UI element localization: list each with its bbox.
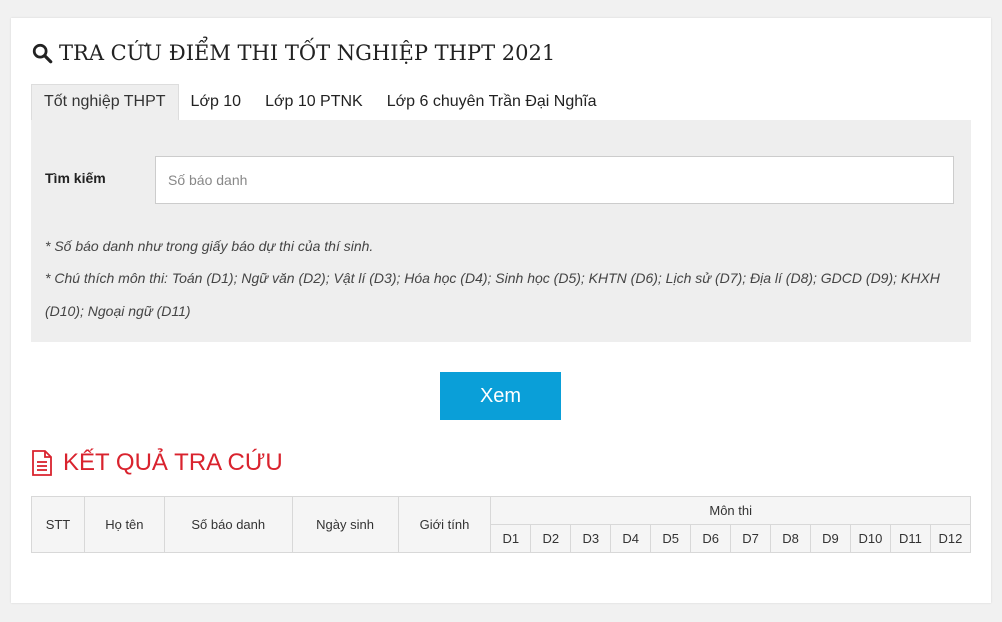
col-name: Họ tên <box>83 496 165 553</box>
results-title-text: KẾT QUẢ TRA CỨU <box>63 449 283 476</box>
col-subject-code: D9 <box>810 524 851 553</box>
tab-bar: Tốt nghiệp THPT Lớp 10 Lớp 10 PTNK Lớp 6… <box>31 84 609 121</box>
tab-lop-10[interactable]: Lớp 10 <box>179 84 254 120</box>
col-subject-code: D2 <box>530 524 572 553</box>
col-subject-code: D10 <box>849 524 891 553</box>
results-title: KẾT QUẢ TRA CỨU <box>31 448 283 478</box>
col-subject-code: D11 <box>889 524 931 553</box>
page-title-text: TRA CỨU ĐIỂM THI TỐT NGHIỆP THPT 2021 <box>59 41 556 65</box>
col-subject-code: D8 <box>770 524 812 553</box>
col-dob: Ngày sinh <box>291 496 399 553</box>
view-button[interactable]: Xem <box>440 372 561 420</box>
tab-lop-6-chuyen[interactable]: Lớp 6 chuyên Trần Đại Nghĩa <box>375 84 609 120</box>
main-card: TRA CỨU ĐIỂM THI TỐT NGHIỆP THPT 2021 Tố… <box>11 18 991 603</box>
tab-tot-nghiep-thpt[interactable]: Tốt nghiệp THPT <box>31 84 179 121</box>
search-label: Tìm kiếm <box>45 170 106 186</box>
page-title: TRA CỨU ĐIỂM THI TỐT NGHIỆP THPT 2021 <box>31 38 555 68</box>
document-icon <box>32 450 52 476</box>
col-subjects: Môn thi <box>490 496 971 525</box>
results-table: STT Họ tên Số báo danh Ngày sinh Giới tí… <box>31 496 972 553</box>
note-sbd: * Số báo danh như trong giấy báo dự thi … <box>45 238 374 254</box>
note-subjects: * Chú thích môn thi: Toán (D1); Ngữ văn … <box>45 270 940 319</box>
col-subject-code: D4 <box>610 524 652 553</box>
search-input[interactable] <box>155 156 954 204</box>
col-sbd: Số báo danh <box>163 496 293 553</box>
col-stt: STT <box>31 496 85 553</box>
col-subject-code: D6 <box>690 524 732 553</box>
col-subject-code: D5 <box>650 524 692 553</box>
col-subject-code: D7 <box>730 524 772 553</box>
col-subject-code: D12 <box>929 524 972 553</box>
submit-wrapper: Xem <box>440 372 561 420</box>
col-subject-code: D1 <box>490 524 532 553</box>
search-icon <box>32 43 53 64</box>
tab-lop-10-ptnk[interactable]: Lớp 10 PTNK <box>253 84 375 120</box>
col-subject-code: D3 <box>570 524 612 553</box>
search-panel: Tìm kiếm * Số báo danh như trong giấy bá… <box>31 120 971 342</box>
col-gender: Giới tính <box>397 496 492 553</box>
